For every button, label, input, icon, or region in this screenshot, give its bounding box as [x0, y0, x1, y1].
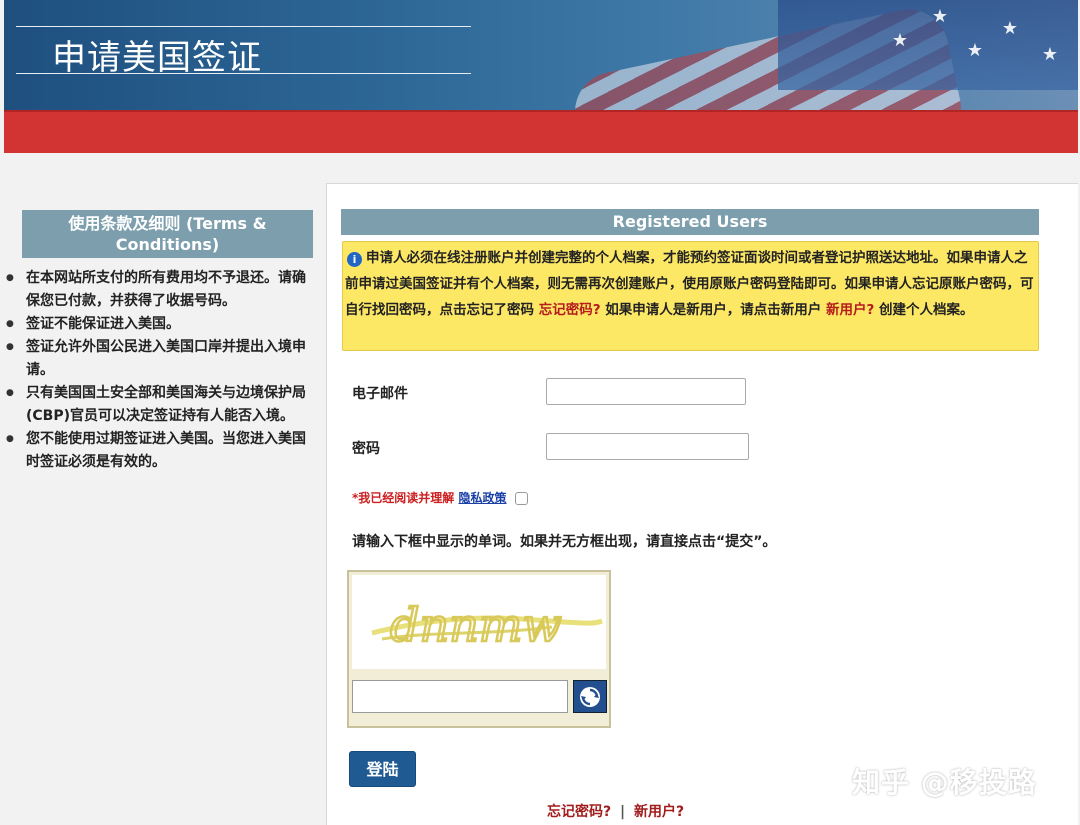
header-rule-bottom	[16, 73, 471, 74]
watermark: 知乎 @移投路	[852, 766, 1037, 799]
notice-text: 如果申请人是新用户，请点击新用户	[600, 302, 826, 318]
terms-list: 在本网站所支付的所有费用均不予退还。请确保您已付款，并获得了收据号码。 签证不能…	[6, 267, 306, 474]
registered-users-title: Registered Users	[341, 209, 1039, 235]
info-icon: i	[347, 252, 362, 267]
login-panel: Registered Users i 申请人必须在线注册账户并创建完整的个人档案，…	[326, 183, 1078, 825]
captcha-input[interactable]	[352, 680, 568, 713]
terms-item: 只有美国国土安全部和美国海关与边境保护局(CBP)官员可以决定签证持有人能否入境…	[6, 382, 306, 428]
captcha-word: dnnmw	[390, 598, 562, 652]
star-icon: ★	[891, 30, 908, 51]
header-red-bar	[4, 110, 1078, 153]
email-label: 电子邮件	[352, 386, 408, 402]
login-button[interactable]: 登陆	[349, 751, 416, 787]
captcha-box: dnnmw	[347, 570, 611, 728]
info-notice: i 申请人必须在线注册账户并创建完整的个人档案，才能预约签证面谈时间或者登记护照送…	[342, 241, 1039, 351]
email-field[interactable]	[546, 378, 746, 405]
privacy-checkbox[interactable]	[514, 492, 528, 505]
privacy-policy-link[interactable]: 隐私政策	[458, 491, 506, 505]
link-separator: |	[620, 804, 626, 820]
captcha-instruction: 请输入下框中显示的单词。如果并无方框出现，请直接点击“提交”。	[352, 534, 777, 550]
privacy-agreement: *我已经阅读并理解 隐私政策	[352, 489, 528, 506]
notice-text: 创建个人档案。	[874, 302, 974, 318]
star-icon: ★	[966, 40, 983, 61]
captcha-image: dnnmw	[352, 575, 606, 669]
forgot-password-link[interactable]: 忘记密码?	[547, 804, 611, 820]
password-field[interactable]	[546, 433, 749, 460]
notice-new-user-link[interactable]: 新用户?	[826, 302, 874, 318]
star-icon: ★	[931, 6, 948, 27]
terms-item: 您不能使用过期签证进入美国。当您进入美国时签证必须是有效的。	[6, 428, 306, 474]
terms-item: 在本网站所支付的所有费用均不予退还。请确保您已付款，并获得了收据号码。	[6, 267, 306, 313]
star-icon: ★	[1041, 44, 1058, 65]
password-label: 密码	[352, 441, 380, 457]
agree-text: 我已经阅读并理解	[358, 491, 455, 505]
new-user-link[interactable]: 新用户?	[634, 804, 684, 820]
page-title: 申请美国签证	[52, 38, 262, 78]
star-icon: ★	[1001, 18, 1018, 39]
flag-stars-decoration	[778, 0, 1078, 90]
terms-sidebar: 使用条款及细则 (Terms & Conditions) 在本网站所支付的所有费…	[0, 153, 326, 825]
refresh-icon	[580, 686, 600, 707]
refresh-captcha-button[interactable]	[573, 680, 607, 713]
notice-forgot-link[interactable]: 忘记密码?	[539, 302, 601, 318]
terms-item: 签证允许外国公民进入美国口岸并提出入境申请。	[6, 336, 306, 382]
terms-item: 签证不能保证进入美国。	[6, 313, 306, 336]
bottom-links: 忘记密码? | 新用户?	[547, 801, 684, 821]
header-rule-top	[16, 26, 471, 27]
header-banner: ★ ★ ★ ★ ★ 申请美国签证	[4, 0, 1078, 110]
terms-title: 使用条款及细则 (Terms & Conditions)	[22, 210, 313, 258]
